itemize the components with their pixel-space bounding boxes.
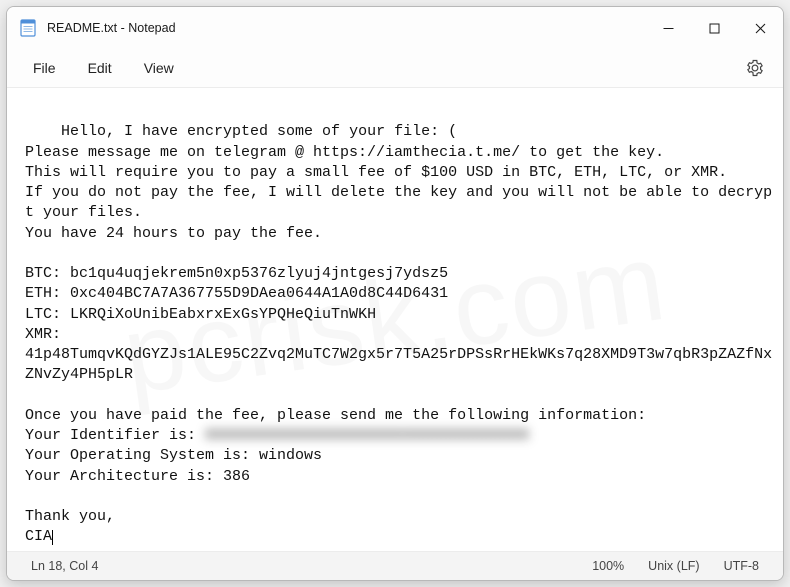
statusbar: Ln 18, Col 4 100% Unix (LF) UTF-8 (7, 552, 783, 580)
arch-value: 386 (223, 468, 250, 485)
status-zoom[interactable]: 100% (580, 559, 636, 573)
close-button[interactable] (737, 7, 783, 49)
xmr-label: XMR: (25, 326, 61, 343)
text-caret (52, 530, 53, 546)
maximize-button[interactable] (691, 7, 737, 49)
body-line: Hello, I have encrypted some of your fil… (61, 123, 457, 140)
eth-label: ETH: (25, 285, 70, 302)
minimize-button[interactable] (645, 7, 691, 49)
eth-address: 0xc404BC7A7A367755D9DAea0644A1A0d8C44D64… (70, 285, 448, 302)
body-line: Thank you, (25, 508, 115, 525)
arch-label: Your Architecture is: (25, 468, 223, 485)
menubar: File Edit View (7, 49, 783, 87)
gear-icon (746, 59, 764, 77)
settings-button[interactable] (737, 50, 773, 86)
body-line: You have 24 hours to pay the fee. (25, 225, 322, 242)
os-value: windows (259, 447, 322, 464)
menu-view[interactable]: View (128, 54, 190, 82)
xmr-address: 41p48TumqvKQdGYZJs1ALE95C2Zvq2MuTC7W2gx5… (25, 346, 772, 383)
close-icon (755, 23, 766, 34)
ltc-address: LKRQiXoUnibEabxrxExGsYPQHeQiuTnWKH (70, 306, 376, 323)
os-label: Your Operating System is: (25, 447, 259, 464)
titlebar: README.txt - Notepad (7, 7, 783, 49)
body-line: This will require you to pay a small fee… (25, 164, 727, 181)
ltc-label: LTC: (25, 306, 70, 323)
status-encoding: UTF-8 (712, 559, 771, 573)
minimize-icon (663, 23, 674, 34)
btc-label: BTC: (25, 265, 70, 282)
body-line: Once you have paid the fee, please send … (25, 407, 646, 424)
menu-file[interactable]: File (17, 54, 72, 82)
menu-edit[interactable]: Edit (72, 54, 128, 82)
identifier-value: XXXXXXXXXXXXXXXXXXXXXXXXXXXXXXXXXXXX (205, 427, 529, 444)
body-line: Please message me on telegram @ https://… (25, 144, 664, 161)
maximize-icon (709, 23, 720, 34)
identifier-label: Your Identifier is: (25, 427, 205, 444)
btc-address: bc1qu4uqjekrem5n0xp5376zlyuj4jntgesj7yds… (70, 265, 448, 282)
status-cursor-position: Ln 18, Col 4 (19, 559, 110, 573)
notepad-icon (19, 19, 37, 37)
window-title: README.txt - Notepad (47, 21, 176, 35)
text-editor[interactable]: pcrisk.comHello, I have encrypted some o… (7, 87, 783, 552)
notepad-window: README.txt - Notepad File Edit View (6, 6, 784, 581)
status-line-ending: Unix (LF) (636, 559, 711, 573)
body-line: If you do not pay the fee, I will delete… (25, 184, 772, 221)
signature: CIA (25, 528, 52, 545)
